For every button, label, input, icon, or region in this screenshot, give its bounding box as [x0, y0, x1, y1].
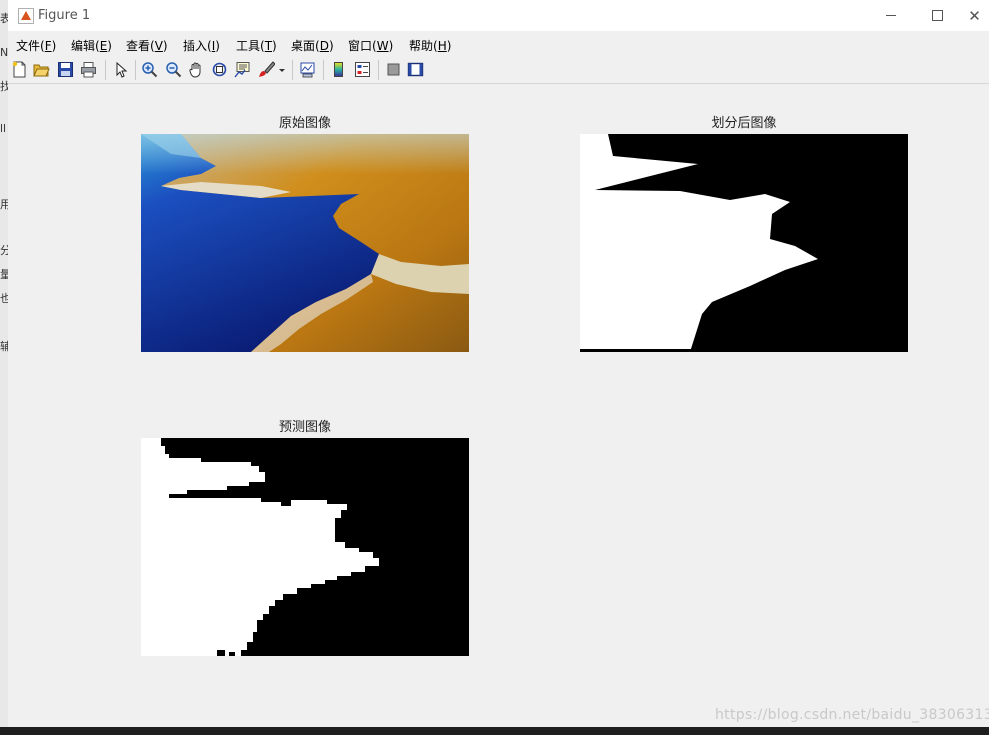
link-plot-icon[interactable] — [299, 61, 316, 78]
close-button[interactable]: ✕ — [960, 0, 989, 31]
bg-text: 量 — [0, 266, 8, 281]
bg-text: 找 — [0, 78, 8, 93]
menu-label: 窗口( — [348, 39, 377, 53]
subplot-original-image[interactable] — [141, 134, 469, 352]
menu-accel: T — [264, 39, 273, 53]
colorbar-icon[interactable] — [330, 61, 347, 78]
subplot-title-predicted: 预测图像 — [278, 420, 331, 435]
minimize-button[interactable] — [868, 0, 914, 31]
bg-text: N — [0, 46, 9, 59]
legend-icon[interactable] — [354, 61, 371, 78]
bg-text: 表 — [0, 10, 8, 25]
menu-desktop[interactable]: 桌面(D) — [291, 37, 334, 54]
show-plot-tools-icon[interactable] — [407, 61, 424, 78]
rotate-3d-icon[interactable] — [211, 61, 228, 78]
figure-canvas: 原始图像 划分后图像 预测图像 — [8, 84, 989, 727]
menu-label: 编辑( — [71, 39, 100, 53]
menu-accel: W — [376, 39, 389, 53]
menu-accel: V — [154, 39, 163, 53]
zoom-out-icon[interactable] — [165, 61, 182, 78]
menu-label: 桌面( — [291, 39, 320, 53]
bg-text: 用 — [0, 196, 8, 211]
data-cursor-icon[interactable] — [234, 61, 251, 78]
toolbar-separator — [135, 60, 136, 80]
menu-bar: 文件(F) 编辑(E) 查看(V) 插入(I) 工具(T) 桌面(D) 窗口(W… — [8, 31, 989, 57]
toolbar-separator — [292, 60, 293, 80]
figure-window: Figure 1 ✕ 文件(F) 编辑(E) 查看(V) 插入(I) 工具(T)… — [8, 0, 989, 727]
menu-accel: D — [319, 39, 329, 53]
print-icon[interactable] — [80, 61, 97, 78]
watermark-text: https://blog.csdn.net/baidu_38306313 — [715, 707, 989, 723]
maximize-button[interactable] — [914, 0, 960, 31]
figure-toolbar — [8, 57, 989, 84]
menu-view[interactable]: 查看(V) — [126, 37, 168, 54]
menu-help[interactable]: 帮助(H) — [409, 37, 451, 54]
menu-accel: H — [437, 39, 447, 53]
menu-label: 帮助( — [409, 39, 438, 53]
menu-label: 插入( — [183, 39, 212, 53]
menu-tools[interactable]: 工具(T) — [236, 37, 277, 54]
menu-label: 工具( — [236, 39, 265, 53]
menu-accel: F — [44, 39, 52, 53]
subplot-title-segmented: 划分后图像 — [711, 116, 777, 131]
menu-tail: ) — [51, 39, 57, 53]
menu-file[interactable]: 文件(F) — [16, 37, 56, 54]
menu-label: 查看( — [126, 39, 155, 53]
save-icon[interactable] — [57, 61, 74, 78]
brush-icon[interactable] — [258, 61, 275, 78]
subplot-segmented-image[interactable] — [580, 134, 908, 352]
menu-window[interactable]: 窗口(W) — [348, 37, 393, 54]
new-figure-icon[interactable] — [11, 61, 28, 78]
pan-hand-icon[interactable] — [188, 61, 205, 78]
window-title: Figure 1 — [38, 8, 91, 23]
menu-tail: ) — [388, 39, 394, 53]
brush-dropdown-icon[interactable] — [278, 61, 286, 78]
taskbar — [0, 727, 989, 735]
hide-plot-tools-icon[interactable] — [385, 61, 402, 78]
bg-text: 也 — [0, 290, 8, 305]
menu-edit[interactable]: 编辑(E) — [71, 37, 112, 54]
close-icon: ✕ — [968, 6, 981, 25]
toolbar-separator — [323, 60, 324, 80]
toolbar-separator — [378, 60, 379, 80]
matlab-logo-icon — [18, 8, 34, 24]
title-bar[interactable]: Figure 1 ✕ — [8, 0, 989, 31]
bg-text: ll — [0, 122, 7, 135]
open-file-icon[interactable] — [33, 61, 50, 78]
bg-text: 分 — [0, 242, 8, 257]
zoom-in-icon[interactable] — [141, 61, 158, 78]
menu-tail: ) — [446, 39, 452, 53]
menu-label: 文件( — [16, 39, 45, 53]
menu-insert[interactable]: 插入(I) — [183, 37, 220, 54]
menu-tail: ) — [272, 39, 277, 53]
toolbar-separator — [105, 60, 106, 80]
pointer-icon[interactable] — [112, 61, 129, 78]
bg-text: 辅 — [0, 338, 8, 353]
menu-tail: ) — [107, 39, 112, 53]
subplot-predicted-image[interactable] — [141, 438, 469, 656]
menu-tail: ) — [162, 39, 168, 53]
menu-tail: ) — [215, 39, 220, 53]
subplot-title-original: 原始图像 — [278, 116, 331, 131]
menu-tail: ) — [328, 39, 334, 53]
